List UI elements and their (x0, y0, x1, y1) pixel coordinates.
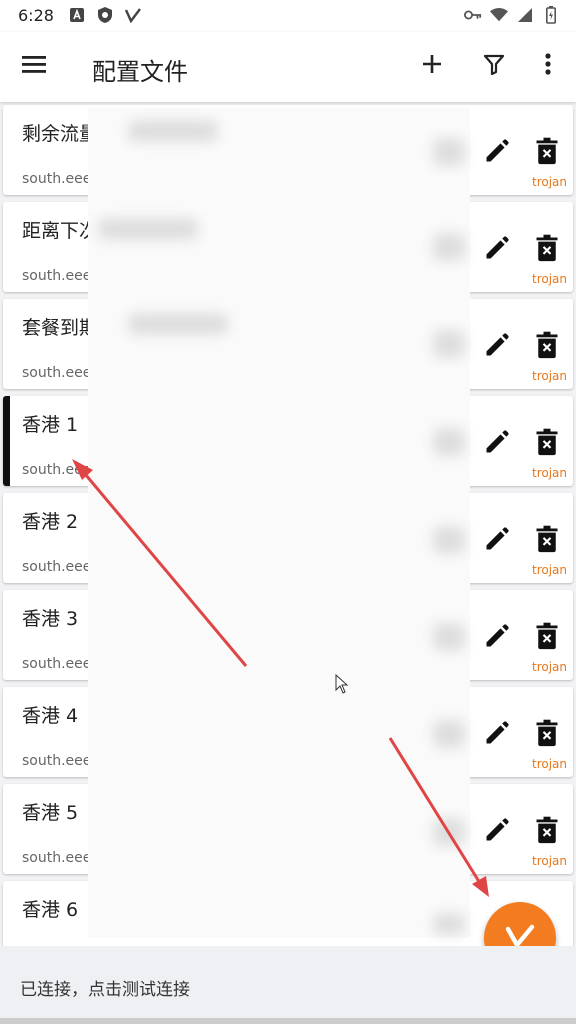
edit-icon[interactable] (483, 816, 511, 844)
selected-indicator (3, 396, 10, 486)
delete-icon[interactable] (535, 816, 559, 844)
profile-name: 香港 1 (22, 414, 79, 436)
wifi-icon (490, 6, 508, 24)
status-bar: 6:28 (0, 0, 576, 32)
profile-name: 香港 4 (22, 705, 79, 727)
profile-name: 剩余流量 (22, 123, 99, 145)
add-profile-button[interactable] (416, 50, 448, 82)
delete-icon[interactable] (535, 137, 559, 165)
edit-icon[interactable] (483, 331, 511, 359)
battery-icon (542, 6, 560, 24)
protocol-label: trojan (531, 175, 567, 189)
delete-icon[interactable] (535, 428, 559, 456)
plus-icon (420, 52, 444, 80)
profile-name: 香港 5 (22, 802, 79, 824)
delete-icon[interactable] (535, 622, 559, 650)
protocol-label: trojan (531, 563, 567, 577)
more-vert-icon (544, 52, 552, 80)
protocol-label: trojan (531, 757, 567, 771)
profile-name: 香港 6 (22, 899, 79, 921)
edit-icon[interactable] (483, 719, 511, 747)
a-badge-icon (68, 6, 86, 24)
edit-icon[interactable] (483, 622, 511, 650)
redacted-blur-region (88, 108, 470, 938)
v2-icon (124, 6, 142, 24)
protocol-label: trojan (531, 272, 567, 286)
delete-icon[interactable] (535, 525, 559, 553)
edit-icon[interactable] (483, 137, 511, 165)
protocol-label: trojan (531, 369, 567, 383)
profile-address: south.eee (22, 753, 92, 769)
app-bar: 配置文件 (0, 32, 576, 102)
edit-icon[interactable] (483, 234, 511, 262)
protocol-label: trojan (531, 660, 567, 674)
shield-icon (96, 6, 114, 24)
profile-address: south.eee (22, 268, 92, 284)
nav-gesture-bar (0, 1018, 576, 1024)
edit-icon[interactable] (483, 525, 511, 553)
menu-icon[interactable] (20, 52, 52, 82)
protocol-label: trojan (531, 854, 567, 868)
status-time: 6:28 (18, 6, 54, 25)
page-title: 配置文件 (92, 58, 188, 86)
delete-icon[interactable] (535, 331, 559, 359)
profile-address: south.eee (22, 850, 92, 866)
profile-name: 香港 3 (22, 608, 79, 630)
profile-name: 套餐到期 (22, 317, 99, 339)
profile-name: 距离下次 (22, 220, 99, 242)
delete-icon[interactable] (535, 719, 559, 747)
signal-icon (516, 6, 534, 24)
profile-address: south.eee (22, 462, 92, 478)
profile-address: south.eee (22, 559, 92, 575)
profile-name: 香港 2 (22, 511, 79, 533)
filter-icon (482, 52, 506, 80)
profile-address: south.eee (22, 365, 92, 381)
more-options-button[interactable] (532, 50, 564, 82)
profile-address: south.eee (22, 656, 92, 672)
edit-icon[interactable] (483, 428, 511, 456)
protocol-label: trojan (531, 466, 567, 480)
connection-status-text[interactable]: 已连接，点击测试连接 (20, 975, 190, 1000)
delete-icon[interactable] (535, 234, 559, 262)
connection-status-bar[interactable]: 已连接，点击测试连接 (0, 946, 576, 1024)
profile-address: south.eee (22, 171, 92, 187)
filter-button[interactable] (478, 50, 510, 82)
key-icon (464, 6, 482, 24)
